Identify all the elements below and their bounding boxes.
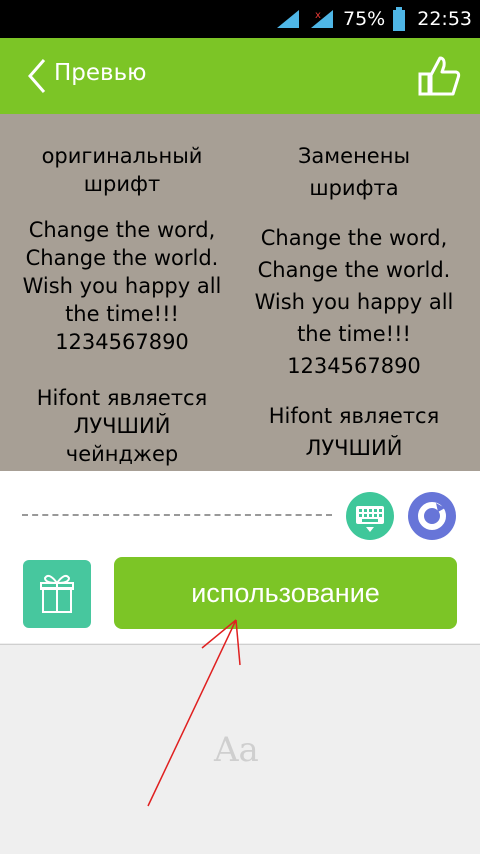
battery-icon [393,7,406,31]
status-bar: x 75% 22:53 [0,0,480,38]
thumbs-up-icon[interactable] [418,54,462,98]
circle-ring-icon [418,502,446,530]
original-sample: Change the word, Change the world. Wish … [16,216,228,356]
replaced-sample: Change the word, Change the world. Wish … [248,222,460,382]
text-line: Wish you happy all [22,274,222,298]
text-line: Change the world. [257,258,451,282]
app-bar: Превью [0,38,480,114]
text-line: Hifont является [268,404,440,428]
original-font-column: оригинальный шрифт Change the word, Chan… [16,114,228,471]
signal-icon: x [311,10,333,28]
text-line: ЛУЧШИЙ [305,436,403,460]
text-line: 1234567890 [287,354,421,378]
text-line: оригинальный [41,144,203,168]
font-sample-label: Aa [214,730,259,770]
text-line: Wish you happy all [254,290,454,314]
text-line: the time!!! [65,302,179,326]
original-tagline: Hifont является ЛУЧШИЙ чейнджер [16,384,228,468]
battery-percent: 75% [343,8,386,30]
keyboard-button[interactable] [346,492,394,540]
text-line: the time!!! [297,322,411,346]
text-line: 1234567890 [55,330,189,354]
text-line: Hifont является [36,386,208,410]
status-icons: x 75% 22:53 [275,0,472,38]
page-title: Превью [54,60,147,86]
text-line: Change the word, [28,218,216,242]
text-line: Change the word, [260,226,448,250]
text-line: шрифта [309,176,399,200]
gift-icon [40,574,74,613]
clock: 22:53 [417,8,472,30]
svg-text:x: x [315,10,321,21]
dashed-divider [22,514,332,516]
text-line: чейнджер [65,442,179,466]
gift-button[interactable] [23,560,91,628]
use-button[interactable]: использование [114,557,457,629]
replaced-tagline: Hifont является ЛУЧШИЙ [248,400,460,464]
ring-button[interactable] [408,492,456,540]
replaced-font-column: Заменены шрифта Change the word, Change … [248,114,460,471]
divider [0,644,480,645]
back-chevron-icon[interactable] [26,58,54,94]
keyboard-icon [356,506,384,532]
original-header: оригинальный шрифт [16,142,228,198]
replaced-header: Заменены шрифта [248,140,460,204]
text-line: ЛУЧШИЙ [73,414,171,438]
font-preview-area: оригинальный шрифт Change the word, Chan… [0,114,480,471]
text-line: Change the world. [25,246,219,270]
text-line: Заменены [297,144,411,168]
text-line: шрифт [83,172,161,196]
wifi-signal-icon [277,10,299,28]
